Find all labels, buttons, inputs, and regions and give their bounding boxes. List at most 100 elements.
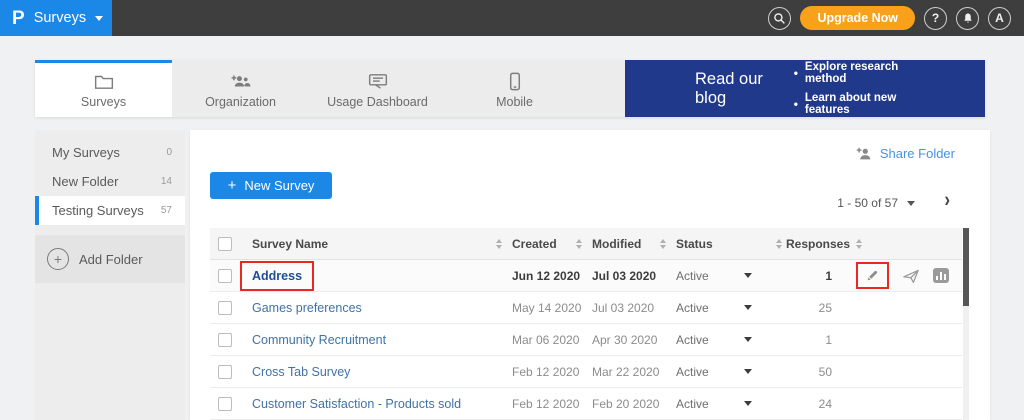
bell-icon: [962, 12, 974, 25]
modified-date: Apr 30 2020: [592, 333, 676, 347]
proprofs-logo-icon: P: [12, 9, 25, 28]
person-add-icon: [856, 147, 873, 161]
header-responses[interactable]: Responses: [786, 237, 854, 251]
header-created[interactable]: Created: [512, 237, 592, 251]
created-date: May 14 2020: [512, 301, 592, 315]
surveys-table: Survey Name Created Modified Status Resp…: [210, 228, 962, 420]
table-row: Community Recruitment Mar 06 2020 Apr 30…: [210, 324, 962, 356]
pencil-icon: [865, 268, 880, 283]
status-label: Active: [676, 397, 709, 411]
survey-name-link[interactable]: Cross Tab Survey: [252, 365, 350, 379]
survey-name-link[interactable]: Community Recruitment: [252, 333, 386, 347]
plus-icon: +: [228, 177, 237, 194]
responses-count: 1: [786, 269, 854, 283]
row-actions: [854, 262, 962, 289]
sidebar-folder-item[interactable]: Testing Surveys 57: [35, 196, 185, 225]
sort-icon[interactable]: [856, 239, 862, 249]
created-date: Jun 12 2020: [512, 269, 592, 283]
row-checkbox[interactable]: [218, 365, 232, 379]
send-button[interactable]: [902, 268, 920, 284]
table-scrollbar-track[interactable]: [963, 228, 969, 420]
surveys-panel: Share Folder + New Survey 1 - 50 of 57 ›…: [190, 130, 990, 420]
sidebar-folder-item[interactable]: New Folder 14: [35, 167, 185, 196]
survey-name-link[interactable]: Games preferences: [252, 301, 362, 315]
notifications-button[interactable]: [956, 7, 979, 30]
pagination-dropdown[interactable]: 1 - 50 of 57: [837, 196, 915, 210]
add-folder-button[interactable]: + Add Folder: [35, 235, 185, 283]
share-folder-button[interactable]: Share Folder: [856, 146, 955, 161]
next-page-button[interactable]: ›: [944, 188, 950, 213]
folder-count-badge: 57: [161, 205, 172, 216]
upgrade-now-label: Upgrade Now: [817, 11, 898, 25]
folder-label: New Folder: [52, 174, 118, 189]
tab-organization[interactable]: Organization: [172, 60, 309, 117]
sort-icon[interactable]: [660, 239, 666, 249]
modified-date: Feb 20 2020: [592, 397, 676, 411]
status-dropdown[interactable]: Active: [676, 365, 786, 379]
help-button[interactable]: ?: [924, 7, 947, 30]
row-checkbox[interactable]: [218, 301, 232, 315]
status-dropdown[interactable]: Active: [676, 269, 786, 283]
question-mark-icon: ?: [932, 11, 939, 25]
folder-count-badge: 0: [166, 147, 172, 158]
responses-count: 1: [786, 333, 854, 347]
sidebar-folder-item[interactable]: My Surveys 0: [35, 138, 185, 167]
survey-name-link[interactable]: Address: [252, 269, 302, 283]
plus-circle-icon: +: [47, 248, 69, 270]
row-checkbox[interactable]: [218, 397, 232, 411]
row-checkbox[interactable]: [218, 269, 232, 283]
new-survey-button[interactable]: + New Survey: [210, 172, 332, 199]
top-bar: P Surveys Upgrade Now ? A: [0, 0, 1024, 36]
tab-mobile[interactable]: Mobile: [446, 60, 583, 117]
bar-chart-icon: [933, 268, 949, 283]
table-row: Cross Tab Survey Feb 12 2020 Mar 22 2020…: [210, 356, 962, 388]
table-scrollbar-thumb[interactable]: [963, 228, 969, 306]
row-checkbox[interactable]: [218, 333, 232, 347]
folders-sidebar: My Surveys 0 New Folder 14 Testing Surve…: [35, 130, 185, 420]
header-label: Responses: [786, 237, 850, 251]
folder-count-badge: 14: [161, 176, 172, 187]
status-label: Active: [676, 301, 709, 315]
edit-annotation-box: [856, 262, 889, 289]
modified-date: Jul 03 2020: [592, 301, 676, 315]
new-survey-label: New Survey: [244, 178, 314, 193]
sort-icon[interactable]: [776, 239, 782, 249]
status-dropdown[interactable]: Active: [676, 301, 786, 315]
reports-button[interactable]: [933, 268, 949, 283]
add-folder-label: Add Folder: [79, 252, 143, 267]
status-dropdown[interactable]: Active: [676, 333, 786, 347]
tab-surveys[interactable]: Surveys: [35, 60, 172, 117]
select-all-checkbox[interactable]: [218, 237, 232, 251]
edit-button[interactable]: [865, 268, 880, 283]
sort-icon[interactable]: [576, 239, 582, 249]
tab-usage-dashboard[interactable]: Usage Dashboard: [309, 60, 446, 117]
blog-banner-title: Read our blog: [695, 70, 794, 108]
created-date: Feb 12 2020: [512, 365, 592, 379]
header-modified[interactable]: Modified: [592, 237, 676, 251]
paper-plane-icon: [902, 268, 920, 284]
created-date: Mar 06 2020: [512, 333, 592, 347]
account-avatar[interactable]: A: [988, 7, 1011, 30]
upgrade-now-button[interactable]: Upgrade Now: [800, 6, 915, 30]
survey-name-link[interactable]: Customer Satisfaction - Products sold: [252, 397, 461, 411]
chevron-down-icon: [95, 16, 103, 21]
table-body: Address Jun 12 2020 Jul 03 2020 Active 1: [210, 260, 962, 420]
product-switcher[interactable]: P Surveys: [0, 0, 112, 36]
search-button[interactable]: [768, 7, 791, 30]
folder-label: My Surveys: [52, 145, 120, 160]
sort-icon[interactable]: [496, 239, 502, 249]
status-dropdown[interactable]: Active: [676, 397, 786, 411]
dashboard-icon: [368, 71, 388, 91]
chevron-down-icon: [744, 369, 752, 374]
chevron-down-icon: [744, 401, 752, 406]
chevron-down-icon: [907, 201, 915, 206]
header-label: Survey Name: [252, 237, 328, 251]
blog-bullet: Explore research method: [794, 61, 937, 85]
created-date: Feb 12 2020: [512, 397, 592, 411]
responses-count: 25: [786, 301, 854, 315]
blog-banner[interactable]: Read our blog Explore research method Le…: [625, 60, 985, 117]
responses-count: 50: [786, 365, 854, 379]
header-status[interactable]: Status: [676, 237, 786, 251]
chevron-down-icon: [744, 337, 752, 342]
header-survey-name[interactable]: Survey Name: [252, 237, 512, 251]
